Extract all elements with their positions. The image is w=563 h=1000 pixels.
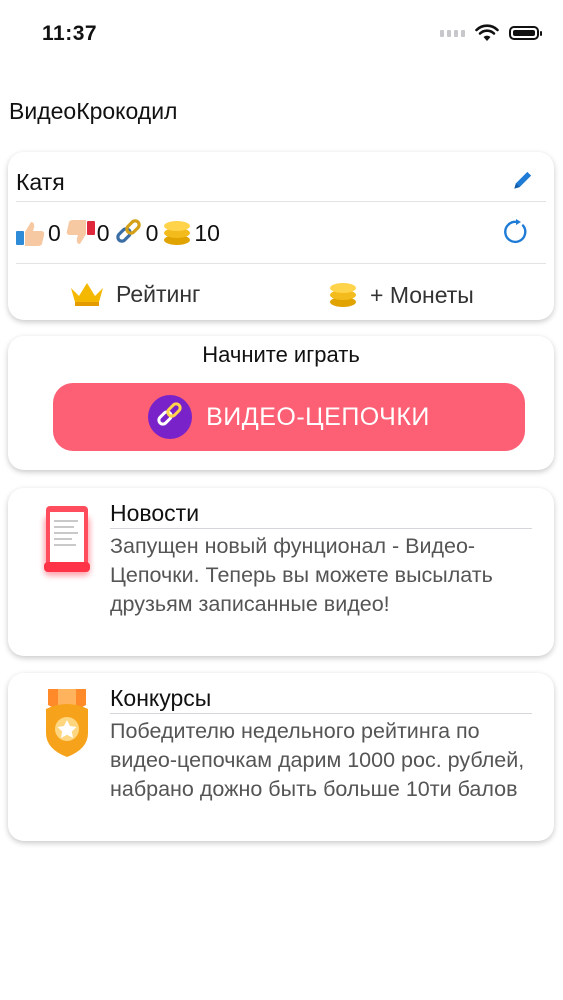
- video-chains-label: ВИДЕО-ЦЕПОЧКИ: [206, 402, 430, 431]
- likes-count: 0: [48, 219, 61, 246]
- refresh-icon[interactable]: [502, 217, 532, 247]
- link-icon: [148, 395, 193, 439]
- divider: [110, 713, 532, 714]
- dislikes-count: 0: [96, 219, 110, 246]
- divider: [16, 263, 546, 264]
- news-icon: [44, 506, 90, 576]
- coins-label: + Монеты: [370, 281, 474, 308]
- coins-icon: [164, 221, 191, 245]
- play-card: Начните играть ВИДЕО-ЦЕПОЧКИ: [8, 336, 554, 470]
- video-chains-button[interactable]: ВИДЕО-ЦЕПОЧКИ: [53, 383, 525, 451]
- buy-coins-button[interactable]: + Монеты: [326, 280, 474, 310]
- contest-card[interactable]: Конкурсы Победителю недельного рейтинга …: [8, 673, 554, 841]
- user-name: Катя: [16, 169, 65, 195]
- thumbs-down-icon: [66, 220, 95, 244]
- battery-icon: [509, 26, 542, 40]
- stats-row: 0 0 0 10: [14, 218, 222, 248]
- play-title: Начните играть: [202, 342, 360, 367]
- rating-label: Рейтинг: [116, 280, 201, 307]
- thumbs-up-icon: [16, 222, 45, 246]
- link-icon: [115, 219, 141, 243]
- crown-icon: [71, 283, 103, 306]
- status-icons: [440, 24, 542, 42]
- news-card[interactable]: Новости Запущен новый фунционал - Видео-…: [8, 488, 554, 656]
- signal-icon: [440, 29, 465, 37]
- coins-icon: [330, 283, 356, 307]
- news-title: Новости: [110, 500, 200, 526]
- medal-icon: [46, 689, 88, 757]
- edit-icon[interactable]: [510, 167, 536, 193]
- coins-count: 10: [194, 219, 220, 246]
- chains-count: 0: [145, 219, 159, 246]
- contest-title: Конкурсы: [110, 685, 212, 711]
- contest-text: Победителю недельного рейтинга по видео-…: [110, 719, 525, 801]
- status-bar: 11:37: [0, 0, 563, 70]
- profile-card: Катя 0 0 0 10 Рейтинг + Монеты: [8, 152, 554, 320]
- app-title: ВидеоКрокодил: [9, 98, 178, 124]
- wifi-icon: [475, 24, 499, 41]
- status-time: 11:37: [42, 22, 98, 45]
- divider: [16, 201, 546, 202]
- divider: [110, 528, 532, 529]
- news-text: Запущен новый фунционал - Видео-Цепочки.…: [110, 534, 493, 616]
- rating-button[interactable]: Рейтинг: [68, 280, 200, 308]
